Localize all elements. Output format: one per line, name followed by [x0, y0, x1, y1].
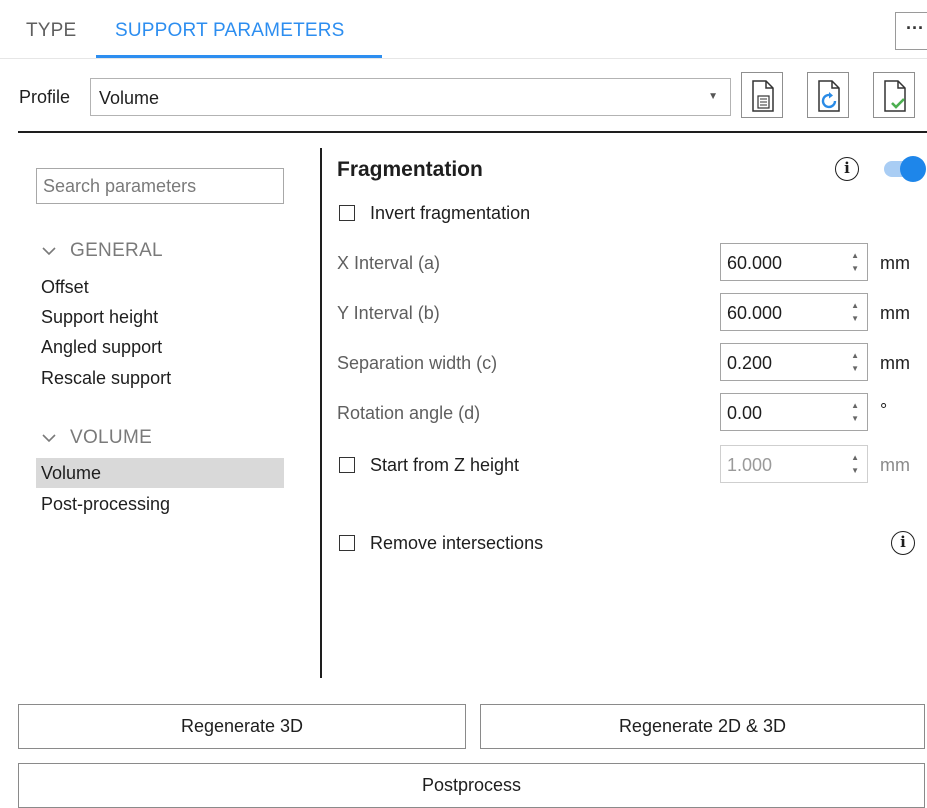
separation-width-unit: mm	[880, 353, 910, 373]
regenerate-2d-3d-button[interactable]: Regenerate 2D & 3D	[480, 704, 925, 749]
apply-profile-button[interactable]	[873, 72, 915, 118]
start-z-spinbox: 1.000 ▲ ▼	[720, 445, 868, 483]
chevron-down-icon: ▼	[708, 91, 718, 102]
invert-fragmentation-label: Invert fragmentation	[370, 203, 531, 223]
x-interval-spinbox[interactable]: 60.000 ▲ ▼	[720, 243, 868, 281]
chevron-down-icon	[42, 427, 60, 449]
document-refresh-icon	[818, 80, 840, 112]
spin-value: 0.00	[727, 403, 763, 423]
remove-intersections-checkbox[interactable]	[339, 535, 355, 551]
group-general-header[interactable]: GENERAL	[42, 240, 163, 262]
save-profile-button[interactable]	[741, 72, 783, 118]
info-icon[interactable]: i	[835, 157, 859, 181]
fragmentation-toggle[interactable]	[884, 156, 926, 182]
profile-select-value: Volume	[99, 88, 160, 108]
spin-down-icon[interactable]: ▼	[851, 265, 859, 273]
x-interval-unit: mm	[880, 253, 910, 273]
start-z-unit: mm	[880, 455, 910, 475]
spin-value: 60.000	[727, 303, 783, 323]
spin-value: 60.000	[727, 253, 783, 273]
nav-item-support-height[interactable]: Support height	[36, 302, 284, 332]
invert-fragmentation-checkbox[interactable]	[339, 205, 355, 221]
rotation-angle-unit: °	[880, 400, 888, 420]
search-parameters-input[interactable]	[36, 168, 284, 204]
profile-divider	[18, 131, 927, 133]
rotation-angle-spinbox[interactable]: 0.00 ▲ ▼	[720, 393, 868, 431]
tab-type[interactable]: TYPE	[26, 20, 76, 42]
nav-item-rescale-support[interactable]: Rescale support	[36, 363, 284, 393]
reload-profile-button[interactable]	[807, 72, 849, 118]
start-from-z-checkbox[interactable]	[339, 457, 355, 473]
separation-width-spinbox[interactable]: 0.200 ▲ ▼	[720, 343, 868, 381]
x-interval-label: X Interval (a)	[337, 253, 441, 273]
spin-down-icon: ▼	[851, 466, 859, 475]
spin-up-icon[interactable]: ▲	[851, 402, 859, 410]
spin-value: 1.000	[727, 455, 773, 475]
document-check-icon	[884, 80, 906, 112]
tab-bar-divider	[0, 58, 927, 59]
regenerate-3d-button[interactable]: Regenerate 3D	[18, 704, 466, 749]
remove-intersections-label: Remove intersections	[370, 533, 544, 553]
postprocess-button[interactable]: Postprocess	[18, 763, 925, 808]
panel-splitter[interactable]	[320, 148, 322, 678]
y-interval-spinbox[interactable]: 60.000 ▲ ▼	[720, 293, 868, 331]
profile-label: Profile	[19, 87, 71, 107]
spin-value: 0.200	[727, 353, 773, 373]
spin-down-icon[interactable]: ▼	[851, 415, 859, 423]
y-interval-unit: mm	[880, 303, 910, 323]
toggle-knob	[900, 156, 926, 182]
start-from-z-label: Start from Z height	[370, 455, 520, 475]
nav-item-post-processing[interactable]: Post-processing	[36, 489, 284, 519]
y-interval-label: Y Interval (b)	[337, 303, 440, 323]
nav-item-angled-support[interactable]: Angled support	[36, 332, 284, 362]
spin-down-icon[interactable]: ▼	[851, 365, 859, 373]
more-options-button[interactable]: ···	[895, 12, 927, 50]
spin-up-icon[interactable]: ▲	[851, 302, 859, 310]
spin-up-icon[interactable]: ▲	[851, 352, 859, 360]
info-icon[interactable]: i	[891, 531, 915, 555]
spin-up-icon[interactable]: ▲	[851, 252, 859, 260]
profile-select[interactable]: Volume ▼	[90, 78, 731, 116]
document-icon	[752, 80, 774, 112]
chevron-down-icon	[42, 240, 60, 262]
nav-item-offset[interactable]: Offset	[36, 272, 284, 302]
nav-item-volume[interactable]: Volume	[36, 458, 284, 488]
group-general-label: GENERAL	[70, 240, 163, 261]
rotation-angle-label: Rotation angle (d)	[337, 403, 481, 423]
group-volume-label: VOLUME	[70, 427, 153, 448]
separation-width-label: Separation width (c)	[337, 353, 498, 373]
section-title: Fragmentation	[337, 158, 483, 181]
spin-up-icon: ▲	[851, 453, 859, 462]
group-volume-header[interactable]: VOLUME	[42, 427, 152, 449]
spin-down-icon[interactable]: ▼	[851, 315, 859, 323]
tab-support-parameters[interactable]: SUPPORT PARAMETERS	[115, 20, 345, 42]
